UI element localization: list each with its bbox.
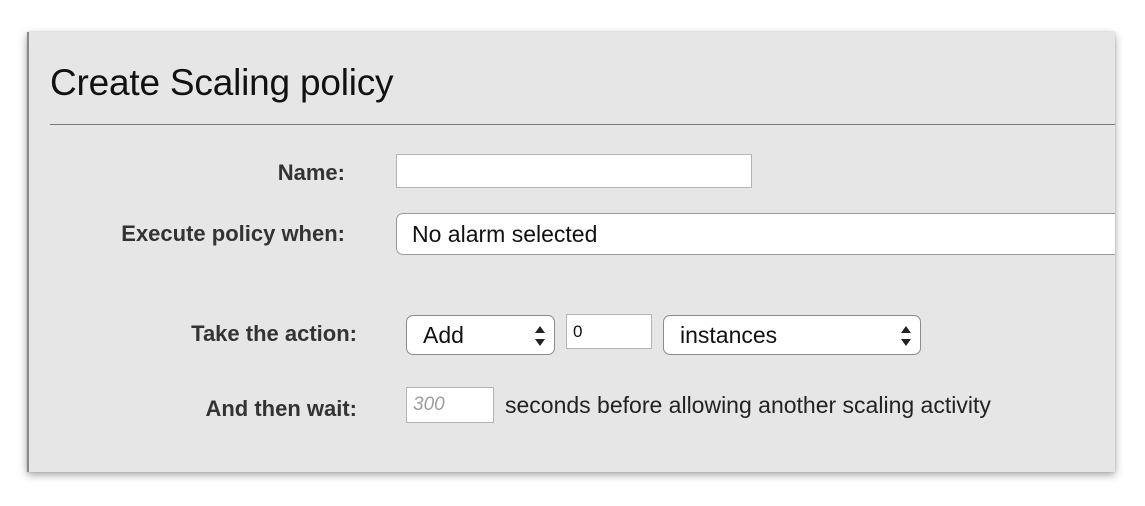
action-operation-select[interactable]: Add bbox=[406, 315, 555, 355]
wait-suffix-text: seconds before allowing another scaling … bbox=[505, 392, 991, 418]
instance-count-input[interactable] bbox=[566, 314, 652, 349]
execute-policy-label: Execute policy when: bbox=[121, 221, 345, 246]
action-unit-value: instances bbox=[680, 322, 778, 348]
title-divider bbox=[50, 124, 1115, 125]
take-action-label: Take the action: bbox=[191, 321, 357, 346]
alarm-select-value: No alarm selected bbox=[412, 221, 598, 247]
name-input[interactable] bbox=[396, 154, 752, 188]
dialog-title: Create Scaling policy bbox=[50, 62, 394, 103]
create-scaling-policy-dialog: Create Scaling policy Name: Execute poli… bbox=[27, 32, 1115, 472]
up-down-chevron-icon bbox=[901, 326, 911, 346]
name-label: Name: bbox=[277, 160, 345, 185]
cooldown-seconds-input[interactable] bbox=[406, 387, 494, 423]
action-operation-value: Add bbox=[423, 322, 464, 348]
alarm-select[interactable]: No alarm selected bbox=[396, 213, 1115, 255]
action-unit-select[interactable]: instances bbox=[663, 315, 921, 355]
wait-label: And then wait: bbox=[205, 396, 357, 421]
up-down-chevron-icon bbox=[535, 326, 545, 346]
